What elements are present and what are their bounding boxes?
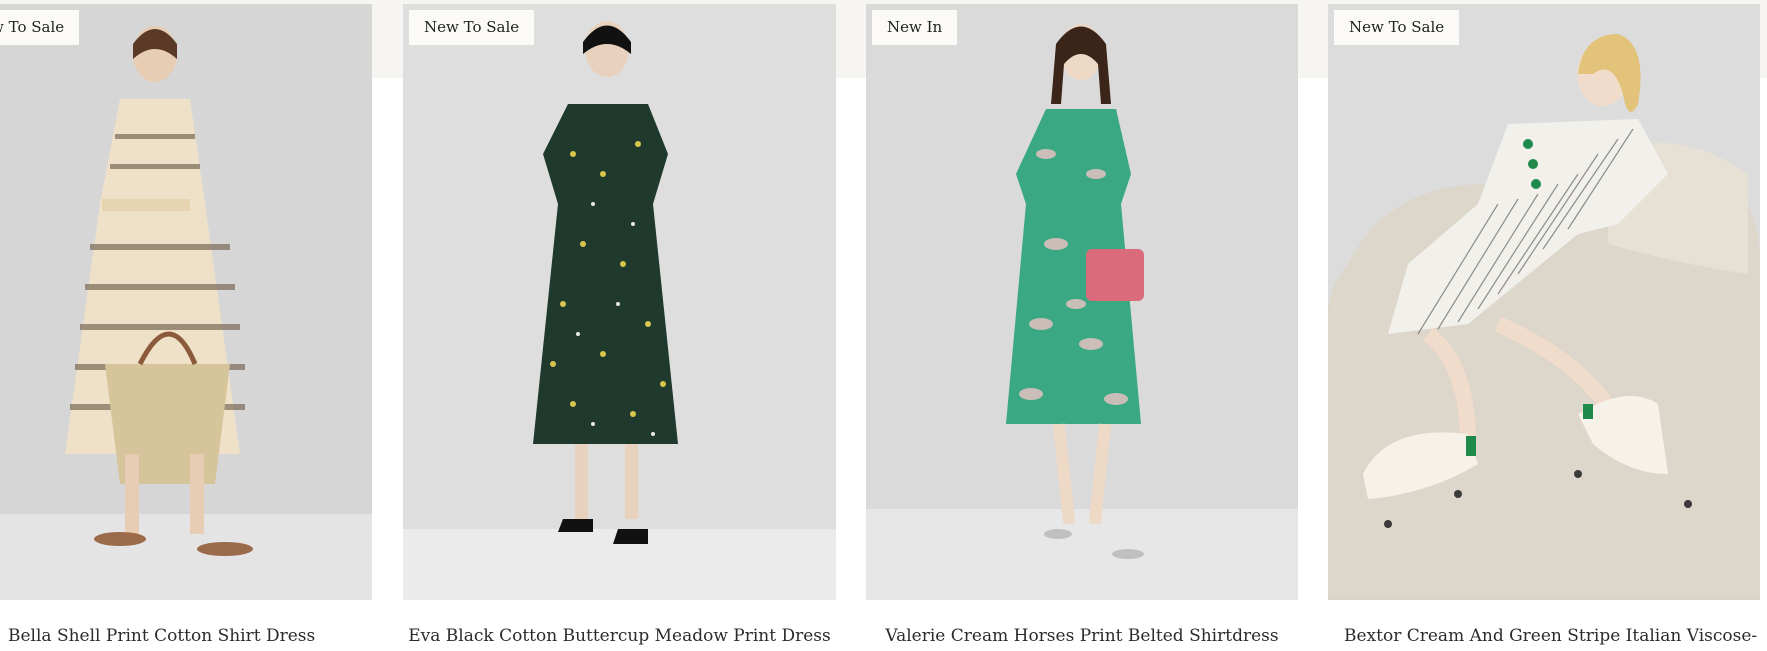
product-image[interactable]: New To Sale bbox=[403, 4, 836, 600]
product-card[interactable]: New To Sale Bella Shell Print Cotton Shi… bbox=[0, 4, 372, 646]
model-photo-placeholder bbox=[866, 4, 1298, 600]
product-card[interactable]: New To Sale Eva Black Cotton Buttercup M… bbox=[403, 4, 836, 646]
product-title[interactable]: Bextor Cream And Green Stripe Italian Vi… bbox=[1344, 626, 1767, 646]
product-badge: New To Sale bbox=[0, 10, 80, 45]
product-badge: New In bbox=[872, 10, 958, 45]
product-image[interactable]: New To Sale bbox=[0, 4, 372, 600]
product-title[interactable]: Bella Shell Print Cotton Shirt Dress bbox=[8, 626, 372, 646]
product-title[interactable]: Eva Black Cotton Buttercup Meadow Print … bbox=[403, 626, 836, 646]
product-image[interactable]: New In bbox=[866, 4, 1298, 600]
model-photo-placeholder bbox=[0, 4, 372, 600]
product-image[interactable]: New To Sale bbox=[1328, 4, 1760, 600]
product-badge: New To Sale bbox=[409, 10, 535, 45]
product-card[interactable]: New To Sale Bextor Cream And Green Strip… bbox=[1328, 4, 1760, 646]
product-grid-page: New To Sale Bella Shell Print Cotton Shi… bbox=[0, 0, 1767, 651]
product-title[interactable]: Valerie Cream Horses Print Belted Shirtd… bbox=[866, 626, 1298, 646]
model-photo-placeholder bbox=[1328, 4, 1760, 600]
product-badge: New To Sale bbox=[1334, 10, 1460, 45]
product-card[interactable]: New In Valerie Cream Horses Print Belted… bbox=[866, 4, 1298, 646]
model-photo-placeholder bbox=[403, 4, 836, 600]
